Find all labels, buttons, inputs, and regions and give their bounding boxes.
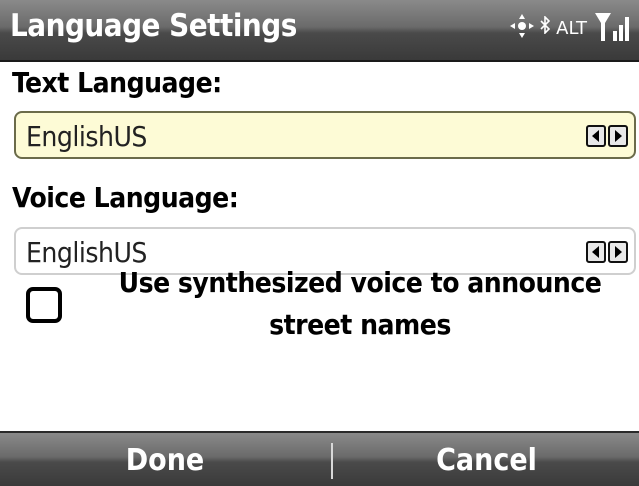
text-language-picker[interactable]: EnglishUS	[14, 111, 636, 159]
arrow-right-icon	[615, 246, 622, 258]
arrow-right-icon	[615, 130, 622, 142]
page-title: Language Settings	[10, 8, 297, 44]
arrow-left-icon	[592, 246, 599, 258]
text-language-arrows	[586, 125, 628, 147]
synth-voice-checkbox[interactable]	[26, 287, 62, 323]
title-bar: Language Settings ALT	[0, 0, 639, 62]
text-language-prev-button[interactable]	[586, 125, 606, 147]
voice-language-prev-button[interactable]	[586, 241, 606, 263]
gps-crosshair-icon	[510, 14, 535, 42]
voice-language-arrows	[586, 241, 628, 263]
synth-voice-label[interactable]: Use synthesized voice to announce street…	[84, 262, 636, 346]
text-language-next-button[interactable]	[608, 125, 628, 147]
text-language-value: EnglishUS	[26, 120, 147, 153]
arrow-left-icon	[592, 130, 599, 142]
cancel-button[interactable]: Cancel	[334, 443, 639, 478]
softkey-divider	[331, 443, 333, 479]
alt-indicator: ALT	[556, 17, 587, 39]
voice-language-next-button[interactable]	[608, 241, 628, 263]
language-settings-screen: Language Settings ALT Text Language: Eng…	[0, 0, 639, 486]
voice-language-label: Voice Language:	[12, 181, 239, 214]
text-language-label: Text Language:	[12, 66, 222, 99]
status-icons: ALT	[510, 8, 631, 48]
done-button[interactable]: Done	[0, 443, 330, 478]
softkey-bar: Done Cancel	[0, 431, 639, 486]
signal-strength-icon	[593, 9, 631, 47]
bluetooth-icon	[540, 14, 551, 38]
